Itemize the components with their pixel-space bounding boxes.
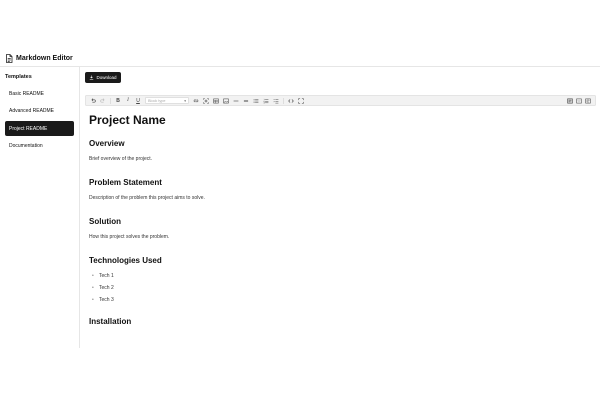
code-icon[interactable]	[288, 98, 294, 104]
download-button[interactable]: Download	[85, 72, 121, 83]
horizontal-rule-icon[interactable]	[233, 98, 239, 104]
app-title: Markdown Editor	[16, 54, 73, 62]
link-icon[interactable]	[193, 98, 199, 104]
numbered-list-icon[interactable]	[263, 98, 269, 104]
redo-icon[interactable]	[100, 97, 106, 104]
list-item: Tech 2	[89, 285, 600, 291]
sidebar-item-label: Basic README	[9, 90, 45, 97]
underline-button[interactable]: U	[135, 98, 141, 104]
document-title: Project Name	[89, 113, 166, 127]
section-text: How this project solves the problem.	[89, 234, 170, 240]
sidebar-item-advanced-readme[interactable]: Advanced README	[5, 104, 74, 119]
list-item: Tech 3	[89, 297, 600, 303]
download-label: Download	[96, 75, 117, 80]
fullscreen-icon[interactable]	[298, 97, 304, 104]
undo-icon[interactable]	[90, 97, 96, 104]
checklist-icon[interactable]	[273, 98, 279, 104]
list-item: Tech 1	[89, 273, 600, 279]
section-heading: Technologies Used	[89, 256, 162, 265]
source-view-icon[interactable]	[576, 98, 582, 104]
app-window: Markdown Editor Templates Basic README A…	[0, 50, 600, 348]
editor-content[interactable]: Project Name Overview Brief overview of …	[85, 107, 600, 348]
download-icon	[90, 75, 94, 80]
sidebar-item-project-readme[interactable]: Project README	[5, 121, 74, 136]
table-icon[interactable]	[213, 98, 219, 104]
main-panel: Download B I U Block type ▾ Project Name…	[81, 67, 600, 348]
bullet-list-icon[interactable]	[253, 98, 259, 104]
sidebar: Templates Basic README Advanced README P…	[0, 67, 80, 348]
sidebar-item-label: Documentation	[9, 143, 43, 149]
image-icon[interactable]	[223, 98, 229, 104]
block-type-select[interactable]: Block type ▾	[145, 97, 189, 104]
editor-toolbar: B I U Block type ▾	[85, 95, 596, 106]
diff-view-icon[interactable]	[585, 98, 591, 104]
view-mode-group	[567, 97, 595, 104]
equals-icon[interactable]	[243, 98, 249, 104]
block-type-placeholder: Block type	[148, 98, 166, 103]
section-heading: Overview	[89, 139, 125, 148]
bold-button[interactable]: B	[115, 98, 121, 104]
section-heading: Installation	[89, 317, 132, 326]
sidebar-item-label: Project README	[9, 125, 48, 132]
section-heading: Solution	[89, 217, 121, 226]
section-text: Brief overview of the project.	[89, 156, 153, 162]
sidebar-heading: Templates	[5, 74, 32, 80]
chevron-down-icon: ▾	[184, 98, 186, 103]
toolbar-separator	[283, 97, 284, 104]
sidebar-item-label: Advanced README	[9, 108, 55, 114]
document-icon	[6, 53, 13, 63]
section-heading: Problem Statement	[89, 178, 162, 187]
sidebar-item-basic-readme[interactable]: Basic README	[5, 86, 74, 101]
rich-text-view-icon[interactable]	[567, 97, 573, 104]
app-header: Markdown Editor	[0, 50, 600, 67]
select-frame-icon[interactable]	[203, 97, 209, 104]
tech-list: Tech 1 Tech 2 Tech 3	[89, 273, 600, 303]
section-text: Description of the problem this project …	[89, 195, 205, 201]
italic-button[interactable]: I	[125, 98, 131, 104]
sidebar-item-documentation[interactable]: Documentation	[5, 139, 74, 154]
toolbar-separator	[110, 97, 111, 104]
